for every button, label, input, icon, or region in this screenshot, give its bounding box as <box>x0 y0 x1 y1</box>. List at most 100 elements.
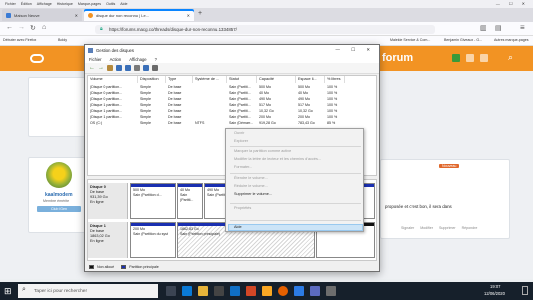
refresh-icon[interactable] <box>152 65 158 71</box>
help-icon[interactable] <box>125 65 131 71</box>
forum-logo-icon <box>30 54 44 63</box>
app-icon[interactable] <box>294 286 304 296</box>
menu-aide[interactable]: Aide <box>120 2 127 6</box>
col-type[interactable]: Type <box>166 76 193 83</box>
context-menu-item[interactable]: Explorer <box>234 139 248 143</box>
report-link[interactable]: Signaler <box>401 226 414 230</box>
file-explorer-icon[interactable] <box>198 286 208 296</box>
col-disposition[interactable]: Disposition <box>138 76 166 83</box>
hamburger-menu-icon[interactable]: ≡ <box>520 23 525 32</box>
dm-menubar: Fichier Action Affichage ? <box>85 55 379 63</box>
console-icon[interactable] <box>134 65 140 71</box>
username[interactable]: kaalmodem <box>45 192 73 198</box>
avatar[interactable] <box>46 162 72 188</box>
chrome-icon[interactable] <box>262 286 272 296</box>
search-icon[interactable]: ⌕ <box>508 52 513 63</box>
bookmark-benjamin[interactable]: Benjamin Giveaux - G... <box>444 38 482 42</box>
window-controls[interactable]: — ☐ ✕ <box>496 1 529 6</box>
col-free-space[interactable]: Espace li... <box>296 76 325 83</box>
tab-disque-dur[interactable]: disque dur non reconnu | Le... ✕ <box>84 9 194 21</box>
partition-d0-2[interactable]: 40 Mo Sain (Partiti... <box>177 183 203 219</box>
library-icon[interactable]: ▥ <box>480 24 487 32</box>
menu-marque-pages[interactable]: Marque-pages <box>78 2 101 6</box>
mail-icon[interactable] <box>230 286 240 296</box>
clock-date[interactable]: 12/06/2020 <box>484 291 505 296</box>
dm-menu-action[interactable]: Action <box>110 57 122 62</box>
clock-time[interactable]: 19:07 <box>490 284 500 289</box>
edge-icon[interactable] <box>182 286 192 296</box>
user-avatar[interactable] <box>452 54 460 62</box>
reply-link[interactable]: Répondre <box>462 226 478 230</box>
taskbar-search[interactable]: ⌕ Taper ici pour rechercher <box>18 284 158 298</box>
context-menu-item[interactable]: Réduire le volume... <box>234 184 268 188</box>
col-status[interactable]: Statut <box>227 76 257 83</box>
bookmark-malekie[interactable]: Malekie Service & Com... <box>390 38 430 42</box>
context-menu-item[interactable]: Formater... <box>234 165 252 169</box>
bookmark-bimby[interactable]: Boldy <box>58 38 67 42</box>
partition-d1-1[interactable]: 200 Mo Sain (Partition du syst <box>130 222 176 258</box>
menu-outils[interactable]: Outils <box>106 2 115 6</box>
store-icon[interactable] <box>214 286 224 296</box>
disk-list-icon[interactable] <box>143 65 149 71</box>
disk-0-label[interactable]: Disque 0 De base 931,39 Go En ligne <box>88 183 128 219</box>
home-icon[interactable]: ⌂ <box>42 24 46 31</box>
windows-start-icon[interactable]: ⊞ <box>4 286 12 297</box>
dm-menu-fichier[interactable]: Fichier <box>89 57 102 62</box>
dm-menu-affichage[interactable]: Affichage <box>129 57 146 62</box>
context-menu-item[interactable]: Supprimer le volume... <box>234 192 272 196</box>
menu-separator <box>230 203 361 204</box>
forward-icon[interactable]: → <box>18 24 25 31</box>
dm-window-controls[interactable]: — ☐ ✕ <box>336 47 375 53</box>
col-percent-free[interactable]: % libres <box>325 76 345 83</box>
menu-separator <box>230 173 361 174</box>
dm-toolbar: ← → <box>85 63 379 74</box>
disk-1-label[interactable]: Disque 1 De base 1863,02 Go En ligne <box>88 222 128 258</box>
firefox-icon[interactable] <box>278 286 288 296</box>
partition-status: Sain (Partition principale) <box>180 232 221 236</box>
col-volume[interactable]: Volume <box>88 76 138 83</box>
close-tab-icon[interactable]: ✕ <box>75 13 78 18</box>
partition-d0-1[interactable]: 500 Mo Sain (Partition d... <box>130 183 176 219</box>
context-menu-item[interactable]: Étendre le volume... <box>234 176 268 180</box>
menu-fichier[interactable]: Fichier <box>5 2 16 6</box>
notifications-icon[interactable] <box>466 54 474 62</box>
menu-historique[interactable]: Historique <box>57 2 73 6</box>
sidebar-icon[interactable]: ▤ <box>495 24 502 32</box>
folder-icon[interactable] <box>107 65 113 71</box>
bookmark-debuter[interactable]: Débuter avec Firefox <box>3 38 36 42</box>
delete-link[interactable]: Supprimer <box>439 226 456 230</box>
tab-maison-neuve[interactable]: Maison Neuve ✕ <box>2 9 82 21</box>
task-view-icon[interactable] <box>166 286 176 296</box>
table-cell: NTFS <box>195 121 205 125</box>
disk-management-task-icon[interactable] <box>326 286 336 296</box>
context-menu-item[interactable]: Propriétés <box>234 206 251 210</box>
new-tab-button[interactable]: + <box>198 10 202 17</box>
dm-titlebar[interactable]: Gestion des disques — ☐ ✕ <box>85 45 379 55</box>
close-tab-icon[interactable]: ✕ <box>187 13 190 18</box>
notification-center-icon[interactable] <box>522 286 528 295</box>
context-menu-item[interactable]: Aide <box>234 225 242 229</box>
office-icon[interactable] <box>246 286 256 296</box>
forward-arrow-icon[interactable]: → <box>98 65 104 71</box>
col-filesystem[interactable]: Système de ... <box>193 76 227 83</box>
context-menu-item[interactable]: Modifier la lettre de lecteur et les che… <box>234 157 321 161</box>
url-text[interactable]: https://forums.macg.co/threads/disque-du… <box>109 27 237 32</box>
url-bar[interactable]: 🔒︎ https://forums.macg.co/threads/disque… <box>95 24 435 34</box>
col-capacity[interactable]: Capacité <box>257 76 296 83</box>
edit-link[interactable]: Modifier <box>420 226 433 230</box>
context-menu-item[interactable]: Ouvrir <box>234 131 244 135</box>
messages-icon[interactable] <box>480 54 488 62</box>
table-cell: 919,28 Go <box>259 121 276 125</box>
menu-edition[interactable]: Édition <box>21 2 32 6</box>
properties-icon[interactable] <box>116 65 122 71</box>
back-arrow-icon[interactable]: ← <box>89 65 95 71</box>
reload-icon[interactable]: ↻ <box>30 24 36 32</box>
back-icon[interactable]: ← <box>6 24 13 31</box>
context-menu-item[interactable]: Marquer la partition comme active <box>234 149 291 153</box>
app-icon[interactable] <box>310 286 320 296</box>
menu-affichage[interactable]: Affichage <box>37 2 52 6</box>
bookmark-others[interactable]: Autres marque-pages <box>494 38 529 42</box>
forum-brand[interactable]: forum <box>382 52 413 64</box>
table-cell[interactable]: OS (C:) <box>88 120 138 126</box>
dm-menu-help[interactable]: ? <box>155 57 157 62</box>
